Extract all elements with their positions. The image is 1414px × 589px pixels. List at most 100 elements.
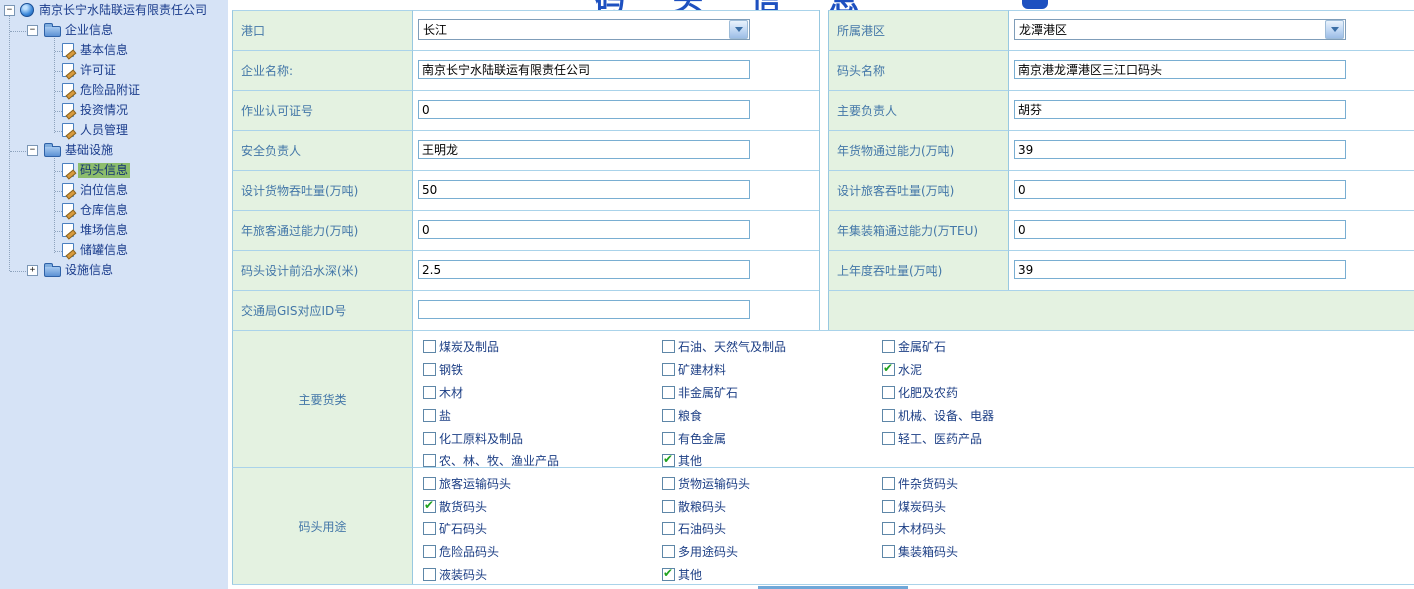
checkbox-light-industry-medicine[interactable] <box>882 432 895 445</box>
checkbox-item-timber-wharf[interactable]: 木材码头 <box>882 521 946 536</box>
checkbox-container-wharf[interactable] <box>882 545 895 558</box>
port-select[interactable]: 长江 <box>418 19 750 40</box>
checkbox-item-agri-forest-fishery[interactable]: 农、林、牧、渔业产品 <box>423 453 559 468</box>
checkbox-item-chemical-raw-products[interactable]: 化工原料及制品 <box>423 431 523 446</box>
form-row-design-passenger-throughput: 设计旅客吞吐量(万吨) <box>828 170 1414 210</box>
checkbox-item-steel[interactable]: 钢铁 <box>423 362 463 377</box>
checkbox-non-metal-ore[interactable] <box>662 386 675 399</box>
checkbox-item-mine-build-materials[interactable]: 矿建材料 <box>662 362 726 377</box>
form-value-cell <box>412 290 819 330</box>
checkbox-item-passenger-transport-wharf[interactable]: 旅客运输码头 <box>423 476 511 491</box>
form-row-empty-cell <box>828 290 1414 330</box>
checkbox-item-light-industry-medicine[interactable]: 轻工、医药产品 <box>882 431 982 446</box>
checkbox-cargo-transport-wharf[interactable] <box>662 477 675 490</box>
checkbox-item-coal-products[interactable]: 煤炭及制品 <box>423 339 499 354</box>
gis-id-input[interactable] <box>418 300 750 319</box>
checkbox-cargo-other[interactable]: ✔ <box>662 454 675 467</box>
checkbox-item-fertilizer-pesticide[interactable]: 化肥及农药 <box>882 385 958 400</box>
checkbox-item-container-wharf[interactable]: 集装箱码头 <box>882 544 958 559</box>
design-front-depth-input[interactable] <box>418 260 750 279</box>
checkbox-item-oil-wharf[interactable]: 石油码头 <box>662 521 726 536</box>
annual-cargo-capacity-input[interactable] <box>1014 140 1346 159</box>
checkbox-timber-wharf[interactable] <box>882 522 895 535</box>
checkbox-cement[interactable]: ✔ <box>882 363 895 376</box>
company-name-input[interactable] <box>418 60 750 79</box>
checkbox-item-salt[interactable]: 盐 <box>423 408 451 423</box>
checkbox-oil-wharf[interactable] <box>662 522 675 535</box>
checkbox-item-grain[interactable]: 粮食 <box>662 408 702 423</box>
checkbox-coal-wharf[interactable] <box>882 500 895 513</box>
checkbox-item-ore-wharf[interactable]: 矿石码头 <box>423 521 487 536</box>
checkbox-wood[interactable] <box>423 386 436 399</box>
checkbox-fertilizer-pesticide[interactable] <box>882 386 895 399</box>
checkbox-mine-build-materials[interactable] <box>662 363 675 376</box>
checkbox-bulk-cargo-wharf[interactable]: ✔ <box>423 500 436 513</box>
checkbox-item-usage-other[interactable]: ✔其他 <box>662 567 702 582</box>
checkbox-usage-other[interactable]: ✔ <box>662 568 675 581</box>
form-row-safety-officer: 安全负责人 <box>232 130 820 170</box>
checkbox-item-multi-purpose-wharf[interactable]: 多用途码头 <box>662 544 738 559</box>
checkbox-grain[interactable] <box>662 409 675 422</box>
design-cargo-throughput-input[interactable] <box>418 180 750 199</box>
checkbox-item-nonferrous-metal[interactable]: 有色金属 <box>662 431 726 446</box>
port-select-value: 长江 <box>419 21 729 38</box>
checkbox-item-metal-ore[interactable]: 金属矿石 <box>882 339 946 354</box>
checkbox-item-non-metal-ore[interactable]: 非金属矿石 <box>662 385 738 400</box>
checkbox-bulk-grain-wharf[interactable] <box>662 500 675 513</box>
checkbox-passenger-transport-wharf[interactable] <box>423 477 436 490</box>
checkbox-agri-forest-fishery[interactable] <box>423 454 436 467</box>
checkmark-icon: ✔ <box>663 452 673 466</box>
checkbox-label: 有色金属 <box>678 430 726 447</box>
checkbox-chemical-raw-products[interactable] <box>423 432 436 445</box>
form-row-work-permit-no: 作业认可证号 <box>232 90 820 130</box>
checkbox-metal-ore[interactable] <box>882 340 895 353</box>
checkbox-label: 化肥及农药 <box>898 384 958 401</box>
checkbox-label: 散粮码头 <box>678 498 726 515</box>
work-permit-no-input[interactable] <box>418 100 750 119</box>
checkbox-nonferrous-metal[interactable] <box>662 432 675 445</box>
checkbox-steel[interactable] <box>423 363 436 376</box>
checkbox-liquid-wharf[interactable] <box>423 568 436 581</box>
form-value-cell <box>1008 210 1414 250</box>
checkbox-multi-purpose-wharf[interactable] <box>662 545 675 558</box>
annual-cargo-capacity-label: 年货物通过能力(万吨) <box>828 130 1008 170</box>
checkbox-item-dangerous-goods-wharf[interactable]: 危险品码头 <box>423 544 499 559</box>
port-area-select[interactable]: 龙潭港区 <box>1014 19 1346 40</box>
checkbox-ore-wharf[interactable] <box>423 522 436 535</box>
wharf-usage-options-cell: 旅客运输码头 ✔散货码头矿石码头危险品码头液装码头 货物运输码头散粮码头石油码头多用… <box>412 467 1414 584</box>
checkbox-general-cargo-wharf[interactable] <box>882 477 895 490</box>
checkbox-item-coal-wharf[interactable]: 煤炭码头 <box>882 499 946 514</box>
form-value-cell <box>412 130 819 170</box>
checkbox-coal-products[interactable] <box>423 340 436 353</box>
design-passenger-throughput-input[interactable] <box>1014 180 1346 199</box>
checkbox-item-bulk-grain-wharf[interactable]: 散粮码头 <box>662 499 726 514</box>
checkbox-label: 非金属矿石 <box>678 384 738 401</box>
checkbox-item-cement[interactable]: ✔水泥 <box>882 362 922 377</box>
checkbox-item-cargo-other[interactable]: ✔其他 <box>662 453 702 468</box>
checkbox-salt[interactable] <box>423 409 436 422</box>
form-value-cell <box>1008 130 1414 170</box>
checkbox-item-machinery-equipment-appliance[interactable]: 机械、设备、电器 <box>882 408 994 423</box>
checkbox-label: 矿建材料 <box>678 361 726 378</box>
annual-passenger-capacity-input[interactable] <box>418 220 750 239</box>
wharf-name-input[interactable] <box>1014 60 1346 79</box>
chevron-down-icon[interactable] <box>729 20 748 39</box>
port-area-select-value: 龙潭港区 <box>1015 21 1325 38</box>
last-year-throughput-input[interactable] <box>1014 260 1346 279</box>
checkbox-item-general-cargo-wharf[interactable]: 件杂货码头 <box>882 476 958 491</box>
annual-container-capacity-input[interactable] <box>1014 220 1346 239</box>
checkbox-oil-gas-products[interactable] <box>662 340 675 353</box>
checkbox-item-liquid-wharf[interactable]: 液装码头 <box>423 567 487 582</box>
form-value-cell <box>1008 170 1414 210</box>
main-officer-input[interactable] <box>1014 100 1346 119</box>
safety-officer-label: 安全负责人 <box>232 130 412 170</box>
checkbox-item-cargo-transport-wharf[interactable]: 货物运输码头 <box>662 476 750 491</box>
chevron-down-icon[interactable] <box>1325 20 1344 39</box>
checkbox-item-bulk-cargo-wharf[interactable]: ✔散货码头 <box>423 499 487 514</box>
checkbox-item-wood[interactable]: 木材 <box>423 385 463 400</box>
checkbox-item-oil-gas-products[interactable]: 石油、天然气及制品 <box>662 339 786 354</box>
checkbox-machinery-equipment-appliance[interactable] <box>882 409 895 422</box>
checkbox-label: 水泥 <box>898 361 922 378</box>
safety-officer-input[interactable] <box>418 140 750 159</box>
checkbox-dangerous-goods-wharf[interactable] <box>423 545 436 558</box>
